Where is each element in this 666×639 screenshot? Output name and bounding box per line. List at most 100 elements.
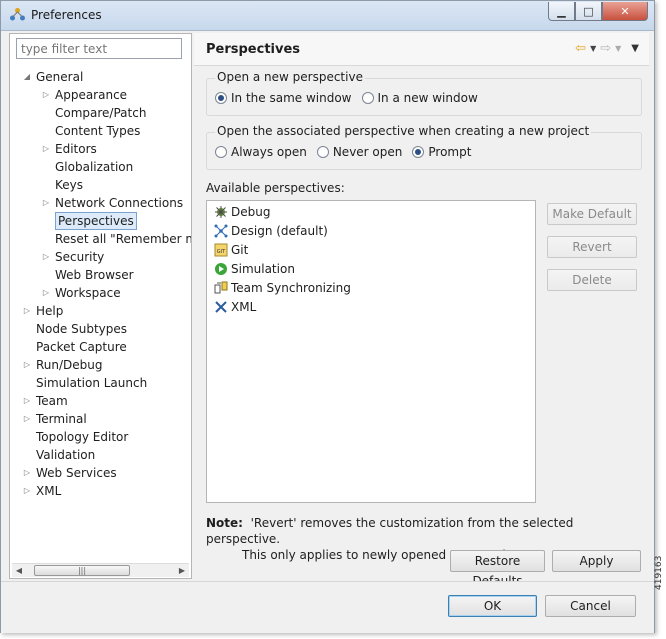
- radio-label: Always open: [231, 145, 307, 159]
- perspective-label: Team Synchronizing: [231, 281, 351, 295]
- associated-perspective-options: Always open Never open Prompt: [215, 145, 471, 159]
- tree-item[interactable]: Perspectives: [55, 212, 137, 230]
- radio-option[interactable]: In a new window: [361, 91, 478, 105]
- forward-menu-chevron-icon[interactable]: ▼: [615, 41, 621, 57]
- tree-item[interactable]: Help: [36, 302, 63, 320]
- radio-label: In the same window: [231, 91, 352, 105]
- window-title: Preferences: [31, 8, 102, 22]
- tree-item[interactable]: Network Connections: [55, 194, 183, 212]
- debug-icon: [213, 205, 228, 220]
- associated-perspective-group: Open the associated perspective when cre…: [206, 124, 642, 170]
- tree-item[interactable]: Terminal: [36, 410, 87, 428]
- expanded-chevron-icon[interactable]: ◢: [22, 68, 32, 86]
- perspectives-page: Perspectives ⇦ ▼ ⇨ ▼ ▼ Open a new perspe…: [194, 33, 649, 588]
- simulation-icon: [213, 262, 228, 277]
- radio-option[interactable]: Prompt: [412, 145, 471, 159]
- tree-item[interactable]: Packet Capture: [36, 338, 127, 356]
- view-menu-icon[interactable]: ▼: [631, 41, 639, 57]
- perspective-list-item[interactable]: Team Synchronizing: [213, 279, 351, 297]
- perspective-list-item[interactable]: Debug: [213, 203, 270, 221]
- tree-item[interactable]: Web Browser: [55, 266, 134, 284]
- dialog-button-bar: OK Cancel: [1, 581, 654, 633]
- perspective-list-item[interactable]: GIT Git: [213, 241, 248, 259]
- restore-defaults-button[interactable]: Restore Defaults: [450, 550, 545, 588]
- tree-item[interactable]: Compare/Patch: [55, 104, 146, 122]
- collapsed-chevron-icon[interactable]: ▷: [41, 86, 51, 104]
- collapsed-chevron-icon[interactable]: ▷: [22, 356, 32, 374]
- radio-button[interactable]: [412, 146, 425, 158]
- tree-item[interactable]: Content Types: [55, 122, 140, 140]
- delete-button[interactable]: Delete: [547, 269, 637, 291]
- close-icon: ✕: [620, 4, 630, 18]
- collapsed-chevron-icon[interactable]: ▷: [22, 302, 32, 320]
- tree-item[interactable]: Workspace: [55, 284, 121, 302]
- perspective-label: Debug: [231, 205, 271, 219]
- tree-item[interactable]: Web Services: [36, 464, 117, 482]
- radio-button[interactable]: [215, 92, 227, 104]
- radio-button[interactable]: [361, 92, 374, 104]
- forward-arrow-icon[interactable]: ⇨: [600, 41, 611, 57]
- open-perspective-group: Open a new perspective In the same windo…: [206, 70, 642, 116]
- tree-item[interactable]: XML: [36, 482, 61, 500]
- collapsed-chevron-icon[interactable]: ▷: [22, 392, 32, 410]
- preference-tree: ◢ General ▷ Appearance Compare/Patch Content …: [10, 64, 191, 562]
- perspective-list-item[interactable]: XML: [213, 298, 256, 316]
- collapsed-chevron-icon[interactable]: ▷: [22, 464, 32, 482]
- page-navigation: ⇦ ▼ ⇨ ▼ ▼: [575, 41, 639, 57]
- collapsed-chevron-icon[interactable]: ▷: [41, 284, 51, 302]
- scrollbar-thumb[interactable]: |||: [34, 565, 130, 576]
- make-default-button[interactable]: Make Default: [547, 203, 637, 225]
- open-perspective-group-title: Open a new perspective: [215, 70, 365, 84]
- preference-tree-panel: ◢General▷AppearanceCompare/PatchContent …: [9, 33, 192, 579]
- window-controls: ▁ □ ✕: [548, 2, 648, 22]
- tree-item[interactable]: Reset all "Remember m: [55, 230, 191, 248]
- associated-perspective-group-title: Open the associated perspective when cre…: [215, 124, 592, 138]
- revert-button[interactable]: Revert: [547, 236, 637, 258]
- tree-item[interactable]: Validation: [36, 446, 95, 464]
- git-icon: GIT: [213, 243, 228, 258]
- radio-label: Prompt: [428, 145, 472, 159]
- tree-item[interactable]: Node Subtypes: [36, 320, 127, 338]
- tree-horizontal-scrollbar[interactable]: ◀ ||| ▶: [12, 563, 189, 577]
- tree-item[interactable]: Team: [36, 392, 68, 410]
- maximize-button[interactable]: □: [575, 2, 602, 21]
- radio-option[interactable]: In the same window: [215, 91, 352, 105]
- radio-button[interactable]: [316, 146, 329, 158]
- minimize-button[interactable]: ▁: [548, 2, 575, 21]
- tree-item[interactable]: Editors: [55, 140, 97, 158]
- tree-item[interactable]: Simulation Launch: [36, 374, 147, 392]
- scroll-right-icon[interactable]: ▶: [175, 564, 189, 578]
- ok-button[interactable]: OK: [448, 595, 537, 617]
- tree-item[interactable]: Run/Debug: [36, 356, 103, 374]
- collapsed-chevron-icon[interactable]: ▷: [41, 140, 51, 158]
- page-header: Perspectives ⇦ ▼ ⇨ ▼ ▼: [194, 33, 649, 66]
- perspective-label: XML: [231, 300, 257, 314]
- close-button[interactable]: ✕: [602, 2, 648, 21]
- tree-item[interactable]: Topology Editor: [36, 428, 128, 446]
- perspective-list-item[interactable]: Design (default): [213, 222, 328, 240]
- back-arrow-icon[interactable]: ⇦: [575, 41, 586, 57]
- radio-option[interactable]: Never open: [316, 145, 402, 159]
- tree-item[interactable]: Security: [55, 248, 104, 266]
- radio-button[interactable]: [215, 146, 227, 158]
- tree-item[interactable]: Appearance: [55, 86, 127, 104]
- radio-option[interactable]: Always open: [215, 145, 307, 159]
- perspectives-list[interactable]: Debug Design (default) GIT Git Simulation Tea…: [206, 200, 536, 503]
- tree-item[interactable]: Globalization: [55, 158, 133, 176]
- back-menu-chevron-icon[interactable]: ▼: [590, 41, 596, 57]
- apply-button[interactable]: Apply: [552, 550, 641, 572]
- perspective-list-item[interactable]: Simulation: [213, 260, 295, 278]
- figure-id: 419163: [654, 555, 664, 590]
- collapsed-chevron-icon[interactable]: ▷: [41, 248, 51, 266]
- maximize-icon: □: [583, 4, 594, 18]
- collapsed-chevron-icon[interactable]: ▷: [22, 482, 32, 500]
- tree-item[interactable]: Keys: [55, 176, 83, 194]
- collapsed-chevron-icon[interactable]: ▷: [41, 194, 51, 212]
- filter-input[interactable]: [16, 38, 182, 59]
- scroll-left-icon[interactable]: ◀: [12, 564, 26, 578]
- page-title: Perspectives: [206, 42, 301, 57]
- radio-label: In a new window: [377, 91, 478, 105]
- tree-item[interactable]: General: [36, 68, 83, 86]
- collapsed-chevron-icon[interactable]: ▷: [22, 410, 32, 428]
- cancel-button[interactable]: Cancel: [545, 595, 636, 617]
